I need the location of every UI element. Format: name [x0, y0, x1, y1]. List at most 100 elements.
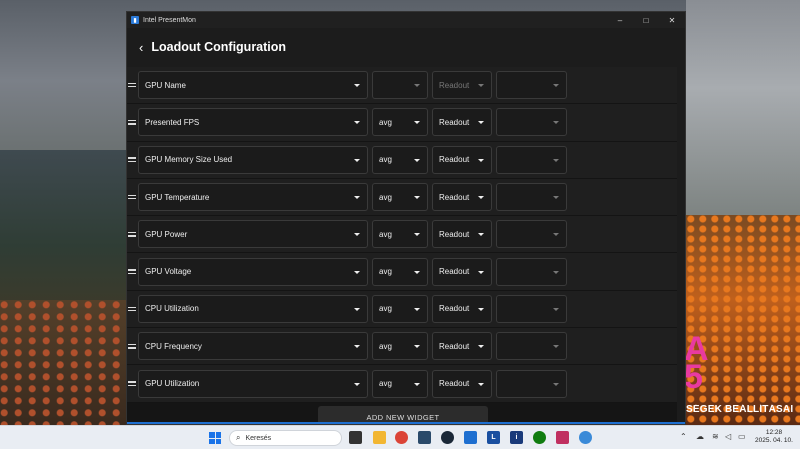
maximize-button[interactable]: □ [633, 12, 659, 28]
extra-select[interactable] [496, 294, 567, 323]
task-view-icon[interactable] [349, 431, 362, 444]
chevron-down-icon [414, 307, 420, 311]
app-icon-1[interactable] [418, 431, 431, 444]
chrome-icon[interactable] [395, 431, 408, 444]
drag-handle-icon[interactable] [127, 120, 137, 125]
widget-type-select[interactable]: Readout [432, 220, 492, 249]
presentmon-taskbar-icon[interactable] [464, 431, 477, 444]
stat-select[interactable] [372, 71, 428, 100]
browser-icon[interactable] [579, 431, 592, 444]
launcher-l-icon[interactable]: L [487, 431, 500, 444]
wifi-icon[interactable]: ≋ [712, 432, 719, 441]
metric-select[interactable]: GPU Memory Size Used [138, 145, 368, 174]
desktop-wallpaper-field-right [686, 215, 800, 425]
metric-value: GPU Temperature [145, 192, 210, 202]
scrollbar[interactable] [677, 67, 685, 424]
extra-select[interactable] [496, 220, 567, 249]
drag-handle-icon[interactable] [127, 343, 137, 349]
chevron-down-icon [478, 270, 484, 274]
extra-select[interactable] [496, 145, 567, 174]
drag-handle-icon[interactable] [127, 194, 137, 200]
stat-select[interactable]: avg [372, 294, 428, 323]
chevron-down-icon [478, 382, 484, 386]
title-bar[interactable]: ▮ Intel PresentMon – □ ✕ [127, 12, 685, 28]
chevron-down-icon [478, 158, 484, 162]
widget-type-select[interactable]: Readout [432, 108, 492, 137]
stat-value: avg [379, 379, 392, 389]
taskbar: ⌕ Keresés L i ⌃ ☁ ≋ ◁ ▭ 12:28 2025. 04. … [0, 425, 800, 449]
chevron-down-icon [414, 345, 420, 349]
start-button[interactable] [209, 432, 221, 444]
minimize-button[interactable]: – [607, 12, 633, 28]
stat-value: avg [379, 155, 392, 165]
cloud-icon[interactable]: ☁ [696, 432, 704, 441]
drag-handle-icon[interactable] [127, 157, 137, 163]
presentmon-window: ▮ Intel PresentMon – □ ✕ ‹ Loadout Confi… [126, 11, 686, 425]
metric-value: GPU Memory Size Used [145, 155, 233, 165]
metric-value: Presented FPS [145, 117, 200, 127]
wallpaper-promo-letters: A 5 [684, 330, 709, 396]
chevron-down-icon [354, 345, 360, 349]
stat-select[interactable]: avg [372, 257, 428, 286]
stat-value: avg [379, 229, 392, 239]
widget-row: GPU Temperature avg Readout [127, 178, 679, 217]
metric-select[interactable]: GPU Temperature [138, 183, 368, 212]
extra-select[interactable] [496, 369, 567, 398]
widget-type-select[interactable]: Readout [432, 257, 492, 286]
info-icon[interactable]: i [510, 431, 523, 444]
extra-select[interactable] [496, 108, 567, 137]
extra-select[interactable] [496, 332, 567, 361]
widget-type-value: Readout [439, 117, 470, 127]
xbox-icon[interactable] [533, 431, 546, 444]
widget-list: GPU Name Readout Presented FPS avg Reado… [127, 67, 679, 424]
speaker-icon[interactable]: ◁ [725, 432, 731, 441]
drag-handle-icon[interactable] [127, 306, 137, 312]
file-explorer-icon[interactable] [373, 431, 386, 444]
widget-type-select[interactable]: Readout [432, 294, 492, 323]
stat-select[interactable]: avg [372, 108, 428, 137]
widget-type-select[interactable]: Readout [432, 183, 492, 212]
game-icon[interactable] [556, 431, 569, 444]
metric-value: GPU Voltage [145, 267, 192, 277]
clock[interactable]: 12:28 2025. 04. 10. [752, 429, 796, 445]
drag-handle-icon[interactable] [127, 82, 137, 88]
extra-select[interactable] [496, 183, 567, 212]
chevron-down-icon [478, 196, 484, 200]
metric-select[interactable]: GPU Voltage [138, 257, 368, 286]
widget-type-select[interactable]: Readout [432, 71, 492, 100]
close-button[interactable]: ✕ [659, 12, 685, 28]
taskbar-search[interactable]: ⌕ Keresés [229, 430, 342, 446]
metric-select[interactable]: GPU Power [138, 220, 368, 249]
widget-type-select[interactable]: Readout [432, 369, 492, 398]
chevron-down-icon [553, 270, 559, 274]
metric-select[interactable]: GPU Name [138, 71, 368, 100]
chevron-down-icon [414, 382, 420, 386]
widget-type-value: Readout [439, 229, 470, 239]
chevron-down-icon [414, 196, 420, 200]
battery-icon[interactable]: ▭ [738, 432, 746, 441]
metric-select[interactable]: Presented FPS [138, 108, 368, 137]
stat-select[interactable]: avg [372, 332, 428, 361]
chevron-down-icon [354, 233, 360, 237]
chevron-down-icon [354, 84, 360, 88]
metric-select[interactable]: CPU Frequency [138, 332, 368, 361]
widget-type-select[interactable]: Readout [432, 145, 492, 174]
steam-icon[interactable] [441, 431, 454, 444]
metric-select[interactable]: CPU Utilization [138, 294, 368, 323]
drag-handle-icon[interactable] [127, 232, 137, 237]
drag-handle-icon[interactable] [127, 269, 137, 274]
stat-select[interactable]: avg [372, 220, 428, 249]
stat-select[interactable]: avg [372, 183, 428, 212]
extra-select[interactable] [496, 257, 567, 286]
chevron-up-icon[interactable]: ⌃ [680, 432, 687, 441]
stat-select[interactable]: avg [372, 145, 428, 174]
wallpaper-promo-text: SÉGEK BEÁLLÍTÁSAI [686, 404, 794, 415]
drag-handle-icon[interactable] [127, 381, 137, 386]
stat-value: avg [379, 304, 392, 314]
extra-select[interactable] [496, 71, 567, 100]
metric-select[interactable]: GPU Utilization [138, 369, 368, 398]
back-arrow-icon[interactable]: ‹ [139, 40, 143, 55]
widget-type-select[interactable]: Readout [432, 332, 492, 361]
chevron-down-icon [354, 121, 360, 125]
stat-select[interactable]: avg [372, 369, 428, 398]
